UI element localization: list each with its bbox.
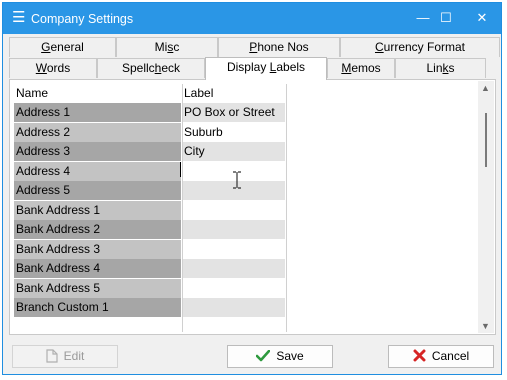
- tab-label-part: Display: [226, 60, 270, 74]
- row-name-cell: Address 4: [14, 161, 181, 181]
- scrollbar-thumb[interactable]: [485, 113, 487, 167]
- title-bar[interactable]: ☰ Company Settings — ☐ ✕: [3, 3, 501, 34]
- tab-memos[interactable]: Memos: [327, 58, 395, 78]
- scroll-up-icon[interactable]: ▲: [481, 83, 490, 93]
- window-title: Company Settings: [31, 12, 134, 26]
- tab-links[interactable]: Links: [395, 58, 486, 78]
- row-name-cell: Bank Address 4: [14, 259, 181, 278]
- row-name-cell: Bank Address 3: [14, 239, 181, 259]
- row-name-cell: Bank Address 1: [14, 200, 181, 220]
- display-labels-panel: Name Label Address 1 PO Box or Street Addr…: [9, 79, 496, 335]
- edit-button-label: Edit: [63, 349, 85, 363]
- company-settings-window: ☰ Company Settings — ☐ ✕ General Misc Phon…: [2, 2, 502, 375]
- row-name-cell: Address 1: [14, 103, 181, 122]
- row-label-cell[interactable]: City: [182, 142, 285, 161]
- row-label-cell[interactable]: [182, 278, 285, 298]
- scroll-down-icon[interactable]: ▼: [481, 321, 490, 331]
- tab-label-part: urrency Format: [383, 40, 466, 54]
- row-name-cell: Address 2: [14, 122, 181, 142]
- tab-label-part: abels: [276, 60, 306, 74]
- text-caret: [180, 162, 181, 177]
- row-name-cell: Address 3: [14, 142, 181, 161]
- tab-label-part: eck: [161, 61, 181, 75]
- tab-label-part: Spellc: [121, 61, 155, 75]
- tab-label-part: C: [374, 40, 384, 54]
- tab-currency-format[interactable]: Currency Format: [340, 37, 500, 57]
- row-name-cell: Address 5: [14, 181, 181, 200]
- cancel-button-label: Cancel: [431, 349, 470, 363]
- cancel-x-icon: [413, 349, 426, 362]
- menu-icon[interactable]: ☰: [12, 9, 25, 27]
- tab-label-part: emos: [351, 61, 381, 75]
- tab-general[interactable]: General: [9, 37, 116, 57]
- tab-label-part: s: [448, 61, 455, 75]
- maximize-button[interactable]: ☐: [433, 8, 459, 28]
- row-label-cell[interactable]: [182, 298, 285, 317]
- column-header-name: Name: [16, 86, 49, 100]
- grid-right-edge: [286, 84, 287, 332]
- column-divider: [182, 84, 183, 332]
- tab-label-part: c: [173, 40, 180, 54]
- row-name-cell: Bank Address 2: [14, 220, 181, 239]
- row-label-cell[interactable]: [182, 239, 285, 259]
- close-button[interactable]: ✕: [469, 8, 495, 28]
- tab-label-part: hone Nos: [257, 40, 309, 54]
- row-label-cell[interactable]: [182, 259, 285, 278]
- row-label-cell[interactable]: [182, 200, 285, 220]
- document-edit-icon: [46, 349, 58, 363]
- tab-label-part: M: [341, 61, 352, 75]
- edit-button[interactable]: Edit: [12, 345, 118, 368]
- tab-words[interactable]: Words: [9, 58, 97, 78]
- ibeam-cursor-icon: [233, 171, 241, 189]
- tab-label-part: Lin: [426, 61, 443, 75]
- row-label-cell[interactable]: [182, 220, 285, 239]
- save-button-label: Save: [276, 349, 304, 363]
- tab-spellcheck[interactable]: Spellcheck: [97, 58, 205, 78]
- tab-label-part: Mi: [154, 40, 168, 54]
- cancel-button[interactable]: Cancel: [388, 345, 494, 368]
- tab-display-labels[interactable]: Display Labels: [205, 57, 327, 80]
- tab-label-part: ords: [46, 61, 71, 75]
- tab-phone-nos[interactable]: Phone Nos: [218, 37, 340, 57]
- column-header-label: Label: [184, 86, 214, 100]
- row-name-cell: Branch Custom 1: [14, 298, 181, 317]
- tab-label-part: eneral: [50, 40, 84, 54]
- row-label-cell[interactable]: PO Box or Street: [182, 103, 285, 122]
- vertical-scrollbar[interactable]: ▲ ▼: [478, 81, 494, 333]
- row-label-cell[interactable]: Suburb: [182, 122, 285, 142]
- save-button[interactable]: Save: [227, 345, 333, 368]
- tab-label-part: W: [35, 61, 47, 75]
- checkmark-icon: [256, 349, 271, 362]
- tab-misc[interactable]: Misc: [116, 37, 218, 57]
- row-name-cell: Bank Address 5: [14, 278, 181, 298]
